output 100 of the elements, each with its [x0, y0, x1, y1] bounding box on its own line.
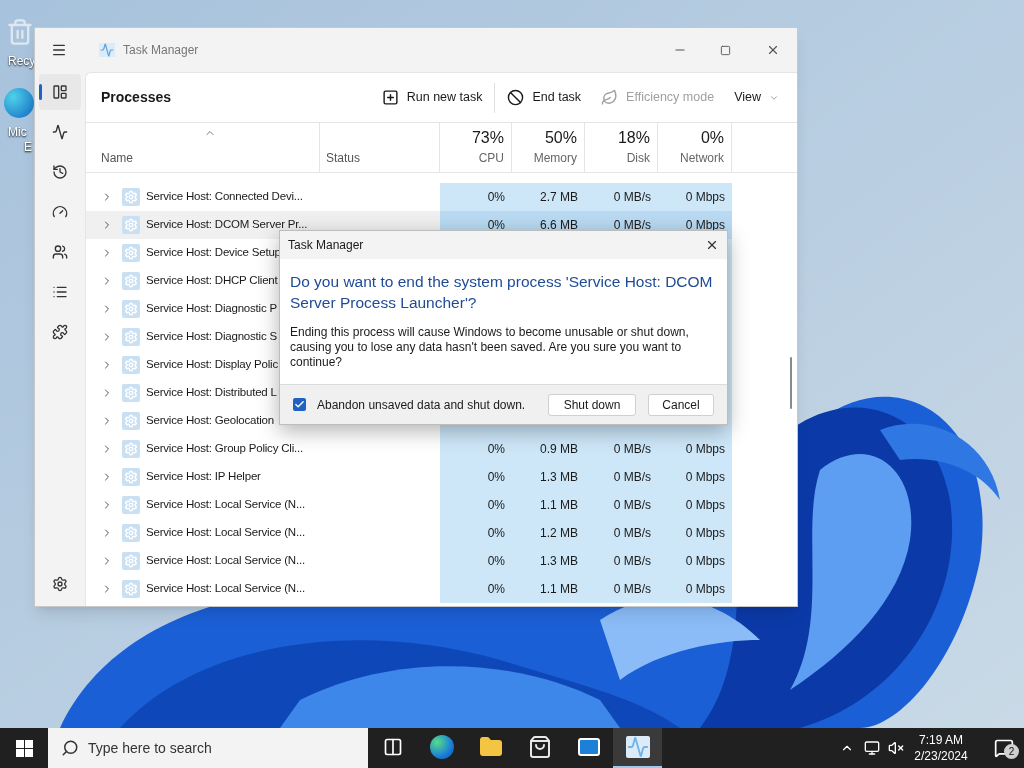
notification-count: 2 [1004, 744, 1019, 759]
column-header[interactable]: Status [326, 149, 361, 167]
process-row[interactable]: Service Host: Local Service (N... 0% 1.3 MB 0 MB/s 0 Mbps [86, 547, 732, 575]
run-new-task-button[interactable]: Run new task [371, 79, 493, 116]
gear-icon [122, 468, 140, 486]
task-view-icon [382, 737, 403, 757]
process-row[interactable]: Service Host: Connected Devi... 0% 2.7 MB 0 MB/s 0 Mbps [86, 183, 732, 211]
process-name: Service Host: Diagnostic P [146, 301, 277, 317]
message-icon [994, 738, 1014, 758]
clock[interactable]: 7:19 AM 2/23/2024 [910, 732, 972, 764]
browser-icon [429, 735, 454, 759]
gear-icon [122, 412, 140, 430]
process-name: Service Host: Display Polic [146, 357, 278, 373]
gear-icon [122, 244, 140, 262]
gear-icon [122, 328, 140, 346]
column-header[interactable]: 50% Memory [512, 123, 585, 172]
usage-cell: 0% [440, 519, 512, 547]
taskbar-app[interactable] [613, 728, 662, 768]
leaf-icon [601, 89, 619, 106]
usage-cell: 1.1 MB [512, 491, 585, 519]
column-header[interactable]: 18% Disk [585, 123, 658, 172]
process-name: Service Host: Geolocation [146, 413, 274, 429]
usage-cell: 0 MB/s [585, 519, 658, 547]
usage-cell: 1.2 MB [512, 519, 585, 547]
process-name: Service Host: Local Service (N... [146, 497, 305, 513]
process-row[interactable]: Service Host: Local Service (N... 0% 1.2 MB 0 MB/s 0 Mbps [86, 519, 732, 547]
folder-icon [477, 735, 504, 759]
cancel-button[interactable]: Cancel [648, 393, 714, 416]
pulse-icon [52, 124, 68, 140]
process-row[interactable]: Service Host: Local Service (N... 0% 1.1 MB 0 MB/s 0 Mbps [86, 491, 732, 519]
process-name: Service Host: Distributed L [146, 385, 277, 401]
usage-cell: 0 MB/s [585, 183, 658, 211]
menu-icon[interactable] [51, 42, 67, 58]
usage-cell: 0 Mbps [658, 519, 732, 547]
search-field[interactable]: Type here to search [48, 728, 368, 768]
search-icon [61, 739, 79, 757]
settings-icon[interactable] [52, 576, 68, 592]
checkbox[interactable] [293, 398, 306, 411]
chart-window-icon [625, 736, 650, 758]
process-row[interactable]: Service Host: Local Service (N... 0% 1.1 MB 0 MB/s 0 Mbps [86, 575, 732, 603]
usage-cell: 1.3 MB [512, 463, 585, 491]
page-title: Processes [101, 88, 172, 107]
windows-logo-icon [15, 739, 33, 757]
usage-cell: 0 MB/s [585, 575, 658, 603]
usage-cell: 1.3 MB [512, 547, 585, 575]
desktop-icon-label: Recy [7, 54, 36, 69]
gear-icon [122, 524, 140, 542]
process-row[interactable]: Service Host: Group Policy Cli... 0% 0.9 MB 0 MB/s 0 Mbps [86, 435, 732, 463]
usage-cell: 0% [440, 575, 512, 603]
close-icon[interactable] [705, 238, 719, 252]
gear-icon [122, 440, 140, 458]
dialog-message: Ending this process will cause Windows to become unusable or shut down, causing you to lose any data hasn't been saved. Are you sure you want to continue? [290, 325, 690, 370]
usage-cell: 0 MB/s [585, 435, 658, 463]
window-title: Task Manager [123, 42, 199, 59]
process-name: Service Host: Local Service (N... [146, 581, 305, 597]
nav-item[interactable] [39, 74, 81, 110]
window-plus-icon [381, 89, 399, 106]
prohibited-icon [507, 89, 525, 106]
gear-icon [122, 216, 140, 234]
muted-speaker-icon[interactable] [888, 740, 904, 756]
app-icon [99, 43, 115, 57]
gauge-icon [52, 204, 68, 220]
maximize-icon[interactable] [720, 44, 731, 56]
column-header[interactable]: Name [101, 149, 319, 167]
network-icon[interactable] [864, 740, 880, 756]
dialog-title: Task Manager [288, 237, 364, 254]
gear-icon [122, 580, 140, 598]
usage-cell: 0% [440, 463, 512, 491]
column-header[interactable]: 73% CPU [440, 123, 512, 172]
usage-cell: 0 MB/s [585, 463, 658, 491]
shut-down-button[interactable]: Shut down [548, 393, 636, 416]
desktop-icon-label: E [23, 140, 32, 155]
list-icon [52, 284, 68, 300]
view-menu-button[interactable]: View [724, 79, 789, 116]
gear-icon [122, 552, 140, 570]
usage-cell: 0 Mbps [658, 463, 732, 491]
notifications-button[interactable]: 2 [984, 728, 1024, 768]
history-icon [52, 164, 68, 180]
gear-icon [122, 496, 140, 514]
usage-cell: 2.7 MB [512, 183, 585, 211]
usage-cell: 0 Mbps [658, 547, 732, 575]
desktop-icon-label: Mic [7, 125, 27, 140]
end-task-button[interactable]: End task [497, 79, 592, 116]
process-name: Service Host: DHCP Client [146, 273, 278, 289]
column-header[interactable]: 0% Network [658, 123, 732, 172]
mail-icon [575, 735, 602, 759]
gear-icon [122, 384, 140, 402]
usage-cell: 0% [440, 435, 512, 463]
usage-cell: 0 Mbps [658, 183, 732, 211]
puzzle-icon [52, 324, 68, 340]
gear-icon [122, 188, 140, 206]
usage-cell: 1.1 MB [512, 575, 585, 603]
usage-cell: 0 Mbps [658, 575, 732, 603]
usage-cell: 0 Mbps [658, 491, 732, 519]
usage-cell: 0% [440, 183, 512, 211]
process-row[interactable]: Service Host: IP Helper 0% 1.3 MB 0 MB/s 0 Mbps [86, 463, 732, 491]
process-name: Service Host: IP Helper [146, 469, 261, 485]
dialog-heading: Do you want to end the system process 'Service Host: DCOM Server Process Launcher'? [290, 272, 714, 313]
close-icon[interactable] [766, 43, 780, 57]
scrollbar-thumb[interactable] [790, 357, 792, 409]
